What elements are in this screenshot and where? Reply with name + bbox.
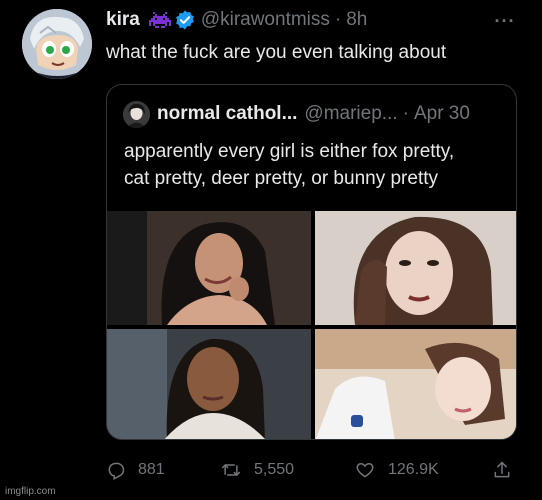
tweet-time[interactable]: 8h <box>346 9 367 31</box>
quoted-photo-1[interactable] <box>107 211 311 325</box>
quoted-text-line: cat pretty, deer pretty, or bunny pretty <box>124 168 439 189</box>
quoted-text-line: apparently every girl is either fox pret… <box>124 141 455 162</box>
reply-icon <box>106 460 126 480</box>
share-icon <box>492 460 512 480</box>
retweet-icon <box>220 460 242 480</box>
quoted-photo-3[interactable] <box>107 329 311 439</box>
ellipsis-icon: ··· <box>494 10 516 31</box>
quoted-photo-2[interactable] <box>315 211 516 325</box>
space-invader-icon <box>148 11 171 29</box>
quoted-tweet-time[interactable]: Apr 30 <box>414 103 470 125</box>
quoted-tweet-text: apparently every girl is either fox pret… <box>124 138 504 192</box>
quoted-author-avatar[interactable] <box>123 101 150 128</box>
quoted-separator-dot: · <box>402 103 409 124</box>
quoted-tweet-card[interactable]: normal cathol... @mariep... · Apr 30 app… <box>106 84 517 440</box>
watermark: imgflip.com <box>5 486 56 497</box>
author-avatar[interactable] <box>22 9 92 79</box>
more-options-button[interactable]: ··· <box>490 10 520 31</box>
quoted-photo-4[interactable] <box>315 329 516 439</box>
quoted-tweet-header: normal cathol... @mariep... · Apr 30 <box>157 102 470 126</box>
author-name[interactable]: kira <box>106 9 140 31</box>
retweet-button[interactable]: 5,550 <box>220 456 294 484</box>
retweet-count: 5,550 <box>254 461 295 478</box>
author-handle[interactable]: @kirawontmiss <box>201 9 330 31</box>
like-count: 126.9K <box>388 461 439 478</box>
reply-button[interactable]: 881 <box>106 456 165 484</box>
quoted-author-handle[interactable]: @mariep... <box>304 103 397 125</box>
tweet-text: what the fuck are you even talking about <box>106 42 447 63</box>
verified-badge-icon <box>174 9 196 31</box>
separator-dot: · <box>334 9 342 30</box>
reply-count: 881 <box>138 461 165 478</box>
quoted-author-name[interactable]: normal cathol... <box>157 103 297 125</box>
like-button[interactable]: 126.9K <box>354 456 439 484</box>
heart-icon <box>354 460 376 480</box>
share-button[interactable] <box>492 456 524 484</box>
tweet-header: kira @kirawontmiss · 8h <box>106 8 367 32</box>
